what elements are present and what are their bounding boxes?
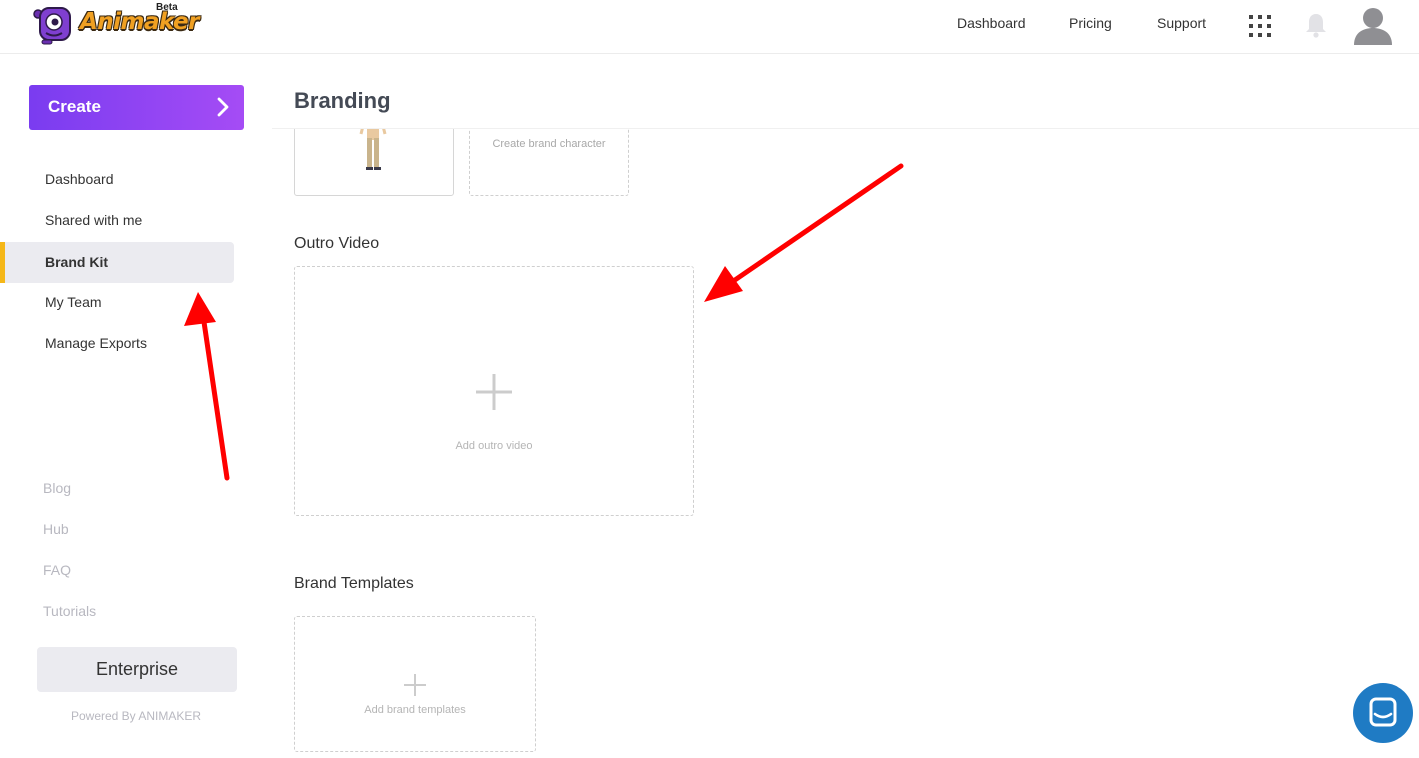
animaker-logo[interactable]: Animaker Beta — [32, 2, 199, 46]
add-brand-templates-label: Add brand templates — [364, 704, 466, 716]
user-avatar-icon[interactable] — [1352, 5, 1394, 45]
plus-icon — [404, 674, 426, 696]
top-bar: Animaker Beta Dashboard Pricing Support — [0, 0, 1419, 54]
logo-mascot-icon — [33, 7, 71, 45]
sidebar-item-manage-exports[interactable]: Manage Exports — [0, 323, 234, 364]
chat-support-button[interactable] — [1353, 683, 1413, 743]
add-outro-video-dropzone[interactable]: Add outro video — [294, 266, 694, 516]
beta-badge: Beta — [156, 2, 178, 13]
sidebar-item-dashboard[interactable]: Dashboard — [0, 159, 234, 200]
main-content: Create brand character Branding Outro Vi… — [272, 55, 1419, 758]
create-button-label: Create — [48, 97, 101, 116]
notification-bell-icon[interactable] — [1304, 11, 1328, 39]
page-title: Branding — [294, 88, 391, 113]
sidebar-link-tutorials[interactable]: Tutorials — [43, 603, 96, 619]
enterprise-button[interactable]: Enterprise — [37, 647, 237, 692]
apps-grid-icon[interactable] — [1249, 15, 1271, 37]
outro-video-heading: Outro Video — [294, 235, 380, 252]
sidebar: Create Dashboard Shared with me Brand Ki… — [0, 55, 272, 758]
nav-dashboard-link[interactable]: Dashboard — [957, 15, 1026, 31]
sidebar-link-hub[interactable]: Hub — [43, 521, 69, 537]
logo-wordmark: Animaker — [80, 9, 199, 35]
create-button[interactable]: Create — [29, 85, 244, 130]
sidebar-item-brand-kit[interactable]: Brand Kit — [0, 242, 234, 283]
sidebar-link-blog[interactable]: Blog — [43, 480, 71, 496]
app-window: Animaker Beta Dashboard Pricing Support … — [0, 0, 1419, 758]
create-brand-character-label: Create brand character — [492, 138, 606, 150]
sidebar-item-label: Shared with me — [45, 212, 143, 228]
chat-icon — [1369, 697, 1397, 727]
add-brand-templates-dropzone[interactable]: Add brand templates — [294, 616, 536, 752]
sidebar-item-shared[interactable]: Shared with me — [0, 200, 234, 241]
sidebar-item-label: Brand Kit — [45, 254, 108, 270]
page-header: Branding — [272, 55, 1419, 129]
sidebar-item-label: Manage Exports — [45, 335, 147, 351]
sidebar-item-label: My Team — [45, 294, 102, 310]
nav-support-link[interactable]: Support — [1157, 15, 1206, 31]
plus-icon — [476, 374, 512, 410]
chevron-right-icon — [217, 97, 229, 117]
nav-pricing-link[interactable]: Pricing — [1069, 15, 1112, 31]
sidebar-link-faq[interactable]: FAQ — [43, 562, 71, 578]
character-figure-icon — [359, 126, 387, 170]
brand-templates-heading: Brand Templates — [294, 575, 414, 592]
sidebar-item-my-team[interactable]: My Team — [0, 282, 234, 323]
powered-by-text: Powered By ANIMAKER — [70, 709, 202, 723]
sidebar-item-label: Dashboard — [45, 171, 114, 187]
add-outro-video-label: Add outro video — [455, 440, 533, 452]
